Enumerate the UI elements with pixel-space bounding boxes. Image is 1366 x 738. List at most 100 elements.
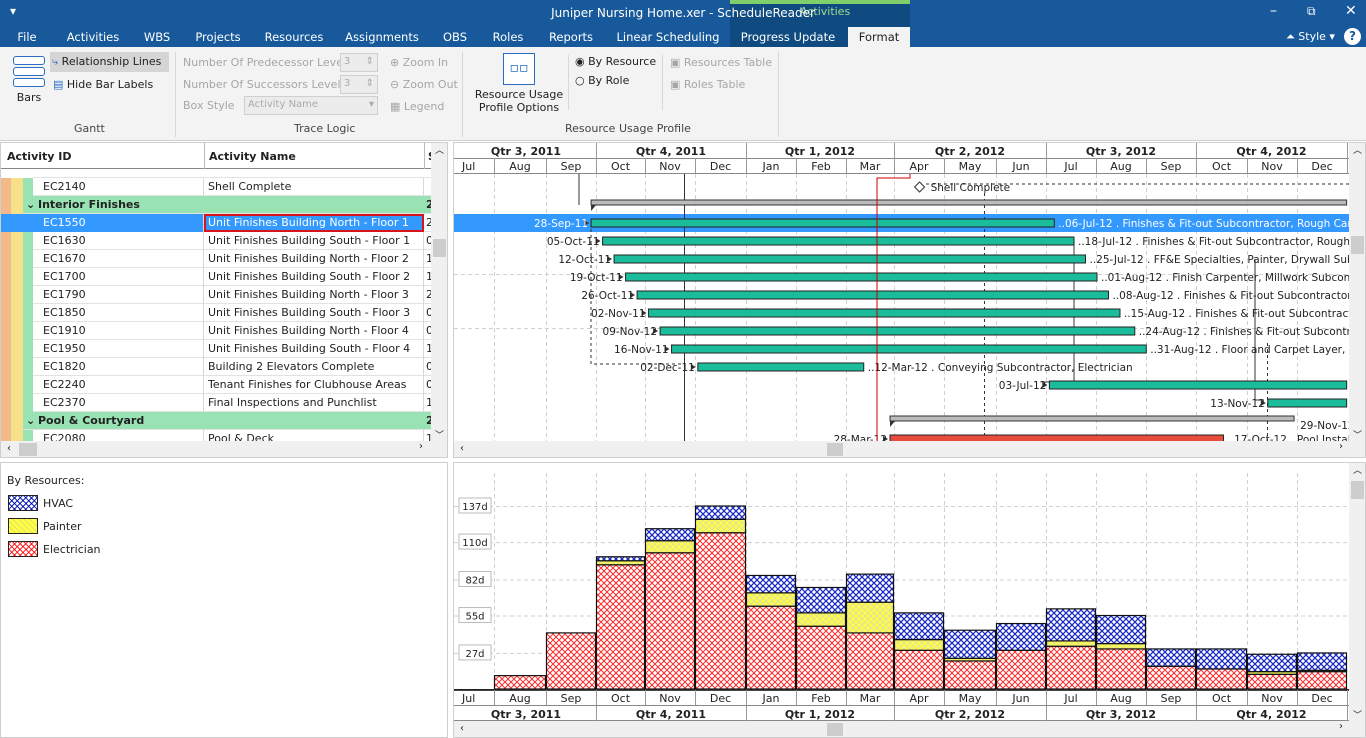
tab-assignments[interactable]: Assignments	[345, 30, 419, 44]
tab-activities[interactable]: Activities	[67, 30, 119, 44]
by-role-radio[interactable]: ○ By Role	[575, 74, 629, 87]
table-row[interactable]: EC1790 Unit Finishes Building North - Flo…	[1, 286, 431, 304]
scroll-thumb[interactable]	[433, 239, 446, 257]
tab-projects[interactable]: Projects	[195, 30, 240, 44]
resources-table-button[interactable]: ▣ Resources Table	[670, 56, 772, 69]
bar-electrician	[1045, 645, 1097, 690]
scroll-thumb[interactable]	[1351, 481, 1364, 499]
roles-table-button[interactable]: ▣ Roles Table	[670, 78, 745, 91]
help-icon[interactable]: ?	[1344, 28, 1361, 45]
successor-levels-spinner[interactable]: 3 ⇕	[340, 75, 378, 94]
scroll-left-icon[interactable]: ‹	[454, 723, 464, 734]
cell-activity-name[interactable]: Shell Complete	[204, 178, 424, 196]
gantt-vertical-scrollbar[interactable]: ︿ ﹀	[1349, 143, 1365, 441]
tab-obs[interactable]: OBS	[443, 30, 467, 44]
scroll-left-icon[interactable]: ‹	[1, 443, 11, 454]
table-row[interactable]: EC2140 Shell Complete	[1, 178, 431, 196]
collapse-chevron-icon[interactable]: ⌄	[26, 412, 35, 430]
table-row[interactable]: EC2240 Tenant Finishes for Clubhouse Area…	[1, 376, 431, 394]
spinner-arrows-icon[interactable]: ⇕	[366, 56, 374, 67]
tab-reports[interactable]: Reports	[549, 30, 593, 44]
table-horizontal-scrollbar[interactable]: ‹ ›	[1, 441, 447, 457]
scroll-right-icon[interactable]: ›	[1339, 441, 1343, 452]
table-row[interactable]: EC1630 Unit Finishes Building South - Flo…	[1, 232, 431, 250]
zoom-out-button[interactable]: ⊖ Zoom Out	[390, 78, 458, 91]
cell-activity-name[interactable]: Unit Finishes Building South - Floor 2	[204, 268, 424, 286]
predecessor-levels-spinner[interactable]: 3 ⇕	[340, 53, 378, 72]
scroll-up-icon[interactable]: ︿	[1349, 143, 1365, 156]
table-row[interactable]: EC1820Building 2 Elevators Complete0	[1, 358, 431, 376]
column-header-activity-id[interactable]: Activity ID	[7, 150, 72, 163]
table-row[interactable]: EC2370Final Inspections and Punchlist1	[1, 394, 431, 412]
minimize-button[interactable]: –	[1270, 3, 1277, 19]
scroll-thumb[interactable]	[19, 443, 37, 456]
bar-hvac	[694, 505, 747, 520]
wbs-band	[1, 196, 11, 214]
scroll-right-icon[interactable]: ›	[419, 441, 423, 452]
tab-roles[interactable]: Roles	[493, 30, 524, 44]
scroll-down-icon[interactable]: ﹀	[1349, 428, 1365, 441]
scroll-down-icon[interactable]: ﹀	[1349, 708, 1365, 721]
scroll-thumb[interactable]	[1351, 236, 1364, 254]
tab-resources[interactable]: Resources	[265, 30, 324, 44]
box-style-select[interactable]: Activity Name ▾	[244, 96, 378, 115]
bars-button[interactable]: Bars	[13, 56, 45, 104]
cell-activity-name[interactable]: Unit Finishes Building North - Floor 4	[204, 322, 424, 340]
close-button[interactable]: ✕	[1345, 3, 1357, 19]
column-header-start[interactable]: S	[424, 143, 431, 169]
collapse-chevron-icon[interactable]: ⌄	[26, 196, 35, 214]
cell-activity-name[interactable]: Unit Finishes Building North - Floor 2	[204, 250, 424, 268]
month-label: Jan	[762, 160, 780, 173]
resource-usage-options-button[interactable]: ▫▫ Resource Usage Profile Options	[473, 53, 565, 114]
table-row[interactable]: EC1850 Unit Finishes Building South - Flo…	[1, 304, 431, 322]
scroll-left-icon[interactable]: ‹	[454, 443, 464, 454]
quarter-label: Qtr 4, 2011	[636, 708, 706, 721]
chart-vertical-scrollbar[interactable]: ︿ ﹀	[1349, 463, 1365, 721]
style-menu[interactable]: ⏶ Style ▾	[1286, 30, 1335, 44]
zoom-in-button[interactable]: ⊕ Zoom In	[390, 56, 448, 69]
table-row[interactable]: EC1670 Unit Finishes Building North - Flo…	[1, 250, 431, 268]
table-row[interactable]: EC1550 Unit Finishes Building North - Flo…	[1, 214, 431, 232]
scroll-down-icon[interactable]: ﹀	[431, 428, 447, 441]
restore-button[interactable]: ⧉	[1307, 4, 1316, 19]
legend-button[interactable]: ▦ Legend	[390, 100, 444, 113]
wbs-band	[23, 430, 33, 441]
by-resource-radio[interactable]: ◉ By Resource	[575, 55, 656, 68]
cell-activity-name[interactable]: Final Inspections and Punchlist	[204, 394, 424, 412]
cell-activity-name[interactable]: Unit Finishes Building South - Floor 3	[204, 304, 424, 322]
scroll-thumb[interactable]	[827, 443, 843, 456]
tab-format[interactable]: Format	[859, 30, 900, 44]
cell-activity-id: EC2080	[33, 430, 204, 441]
cell-activity-name[interactable]: Unit Finishes Building South - Floor 1	[204, 232, 424, 250]
cell-activity-name[interactable]: Unit Finishes Building South - Floor 4	[204, 340, 424, 358]
wbs-group-row[interactable]: ⌄Interior Finishes2	[1, 196, 431, 214]
cell-activity-name[interactable]: Pool & Deck	[204, 430, 424, 441]
scroll-up-icon[interactable]: ︿	[1349, 463, 1365, 476]
gantt-horizontal-scrollbar[interactable]: ‹ ›	[454, 441, 1365, 457]
cell-activity-name[interactable]: Tenant Finishes for Clubhouse Areas	[204, 376, 424, 394]
table-row[interactable]: EC2080Pool & Deck1	[1, 430, 431, 441]
quick-access-icon[interactable]: ▾	[10, 4, 16, 18]
scroll-thumb[interactable]	[827, 723, 843, 736]
hide-bar-labels-button[interactable]: ▤ Hide Bar Labels	[53, 78, 153, 91]
chart-horizontal-scrollbar[interactable]: ‹ ›	[454, 721, 1365, 737]
table-row[interactable]: EC1950 Unit Finishes Building South - Flo…	[1, 340, 431, 358]
bar-hvac	[893, 612, 945, 641]
spinner-arrows-icon[interactable]: ⇕	[366, 78, 374, 89]
column-header-activity-name[interactable]: Activity Name	[204, 143, 424, 169]
tab-linear-scheduling[interactable]: Linear Scheduling	[617, 30, 720, 44]
predecessor-levels-value: 3	[344, 56, 351, 67]
cell-activity-name[interactable]: Unit Finishes Building North - Floor 3	[204, 286, 424, 304]
scroll-right-icon[interactable]: ›	[1339, 721, 1343, 732]
tab-progress-update[interactable]: Progress Update	[741, 30, 835, 44]
cell-activity-name[interactable]: Unit Finishes Building North - Floor 1	[204, 214, 424, 232]
tab-wbs[interactable]: WBS	[144, 30, 170, 44]
relationship-lines-button[interactable]: ⤷ Relationship Lines	[50, 52, 169, 72]
table-vertical-scrollbar[interactable]: ︿ ﹀	[431, 143, 447, 441]
tab-file[interactable]: File	[17, 30, 36, 44]
table-row[interactable]: EC1910 Unit Finishes Building North - Flo…	[1, 322, 431, 340]
cell-activity-name[interactable]: Building 2 Elevators Complete	[204, 358, 424, 376]
table-row[interactable]: EC1700 Unit Finishes Building South - Flo…	[1, 268, 431, 286]
scroll-up-icon[interactable]: ︿	[431, 143, 447, 156]
wbs-group-row[interactable]: ⌄Pool & Courtyard2	[1, 412, 431, 430]
